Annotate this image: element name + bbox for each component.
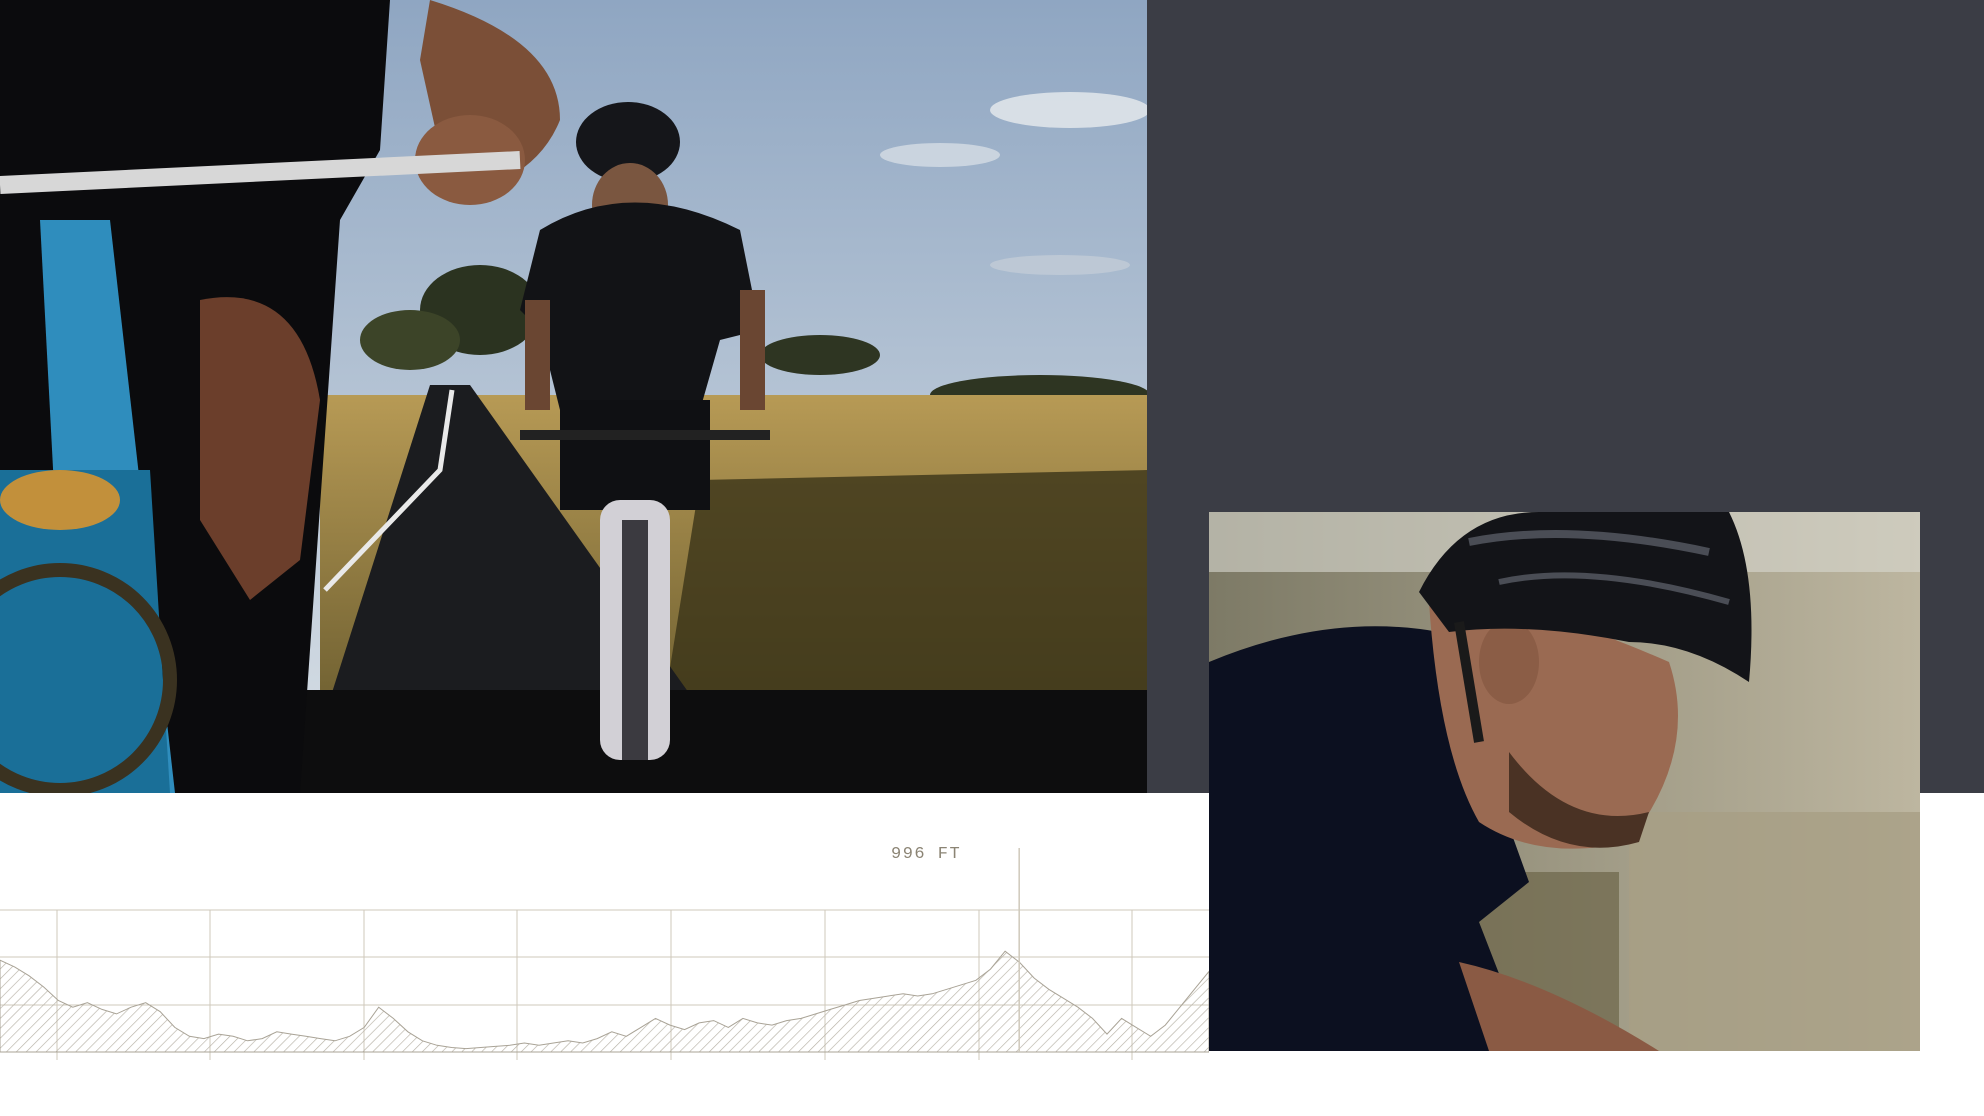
elevation-profile-area bbox=[0, 950, 1209, 1053]
elevation-profile-graphic bbox=[0, 848, 1209, 1060]
cyclist-road-photo bbox=[0, 0, 1147, 793]
portrait-photo-illustration bbox=[1209, 512, 1920, 1051]
cyclist-portrait-photo bbox=[1209, 512, 1920, 1051]
peak-elevation-label: 996 FT bbox=[891, 845, 962, 864]
elevation-profile-chart bbox=[0, 840, 1209, 1060]
road-photo-illustration bbox=[0, 0, 1147, 793]
